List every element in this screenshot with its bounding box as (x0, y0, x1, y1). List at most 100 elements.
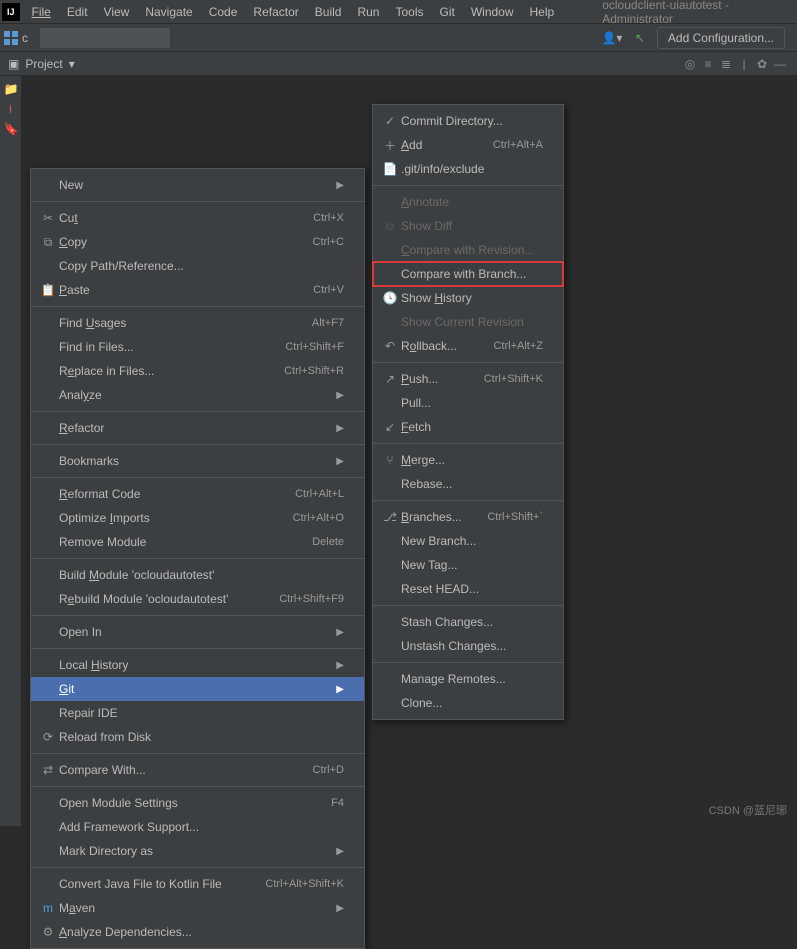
project-tool-bar: ▣ Project ▾ ◎ ≡ ≣ | ✿ — (0, 52, 797, 76)
shortcut: Ctrl+Shift+R (284, 365, 344, 377)
menu-item-paste[interactable]: 📋PasteCtrl+V (31, 278, 364, 302)
menu-item-open-module-settings[interactable]: Open Module SettingsF4 (31, 791, 364, 815)
menu-item-rollback[interactable]: ↶Rollback...Ctrl+Alt+Z (373, 334, 563, 358)
menu-item-label: Add (401, 138, 483, 152)
menu-item-reformat-code[interactable]: Reformat CodeCtrl+Alt+L (31, 482, 364, 506)
menu-item-new[interactable]: New▶ (31, 173, 364, 197)
menu-item-compare-with[interactable]: ⇄Compare With...Ctrl+D (31, 758, 364, 782)
minimize-icon[interactable]: — (771, 57, 789, 71)
menu-item-label: Open In (59, 625, 328, 639)
gear-icon[interactable]: ✿ (753, 57, 771, 71)
menu-item-git[interactable]: Git▶ (31, 677, 364, 701)
menu-item-commit-directory[interactable]: ✓Commit Directory... (373, 109, 563, 133)
menu-item-rebase[interactable]: Rebase... (373, 472, 563, 496)
menu-item-copy-path-reference[interactable]: Copy Path/Reference... (31, 254, 364, 278)
menu-item-optimize-imports[interactable]: Optimize ImportsCtrl+Alt+O (31, 506, 364, 530)
add-configuration-button[interactable]: Add Configuration... (657, 27, 785, 49)
menu-item-pull[interactable]: Pull... (373, 391, 563, 415)
menu-item-push[interactable]: ↗Push...Ctrl+Shift+K (373, 367, 563, 391)
menu-item-find-usages[interactable]: Find UsagesAlt+F7 (31, 311, 364, 335)
menu-item-reload-from-disk[interactable]: ⟳Reload from Disk (31, 725, 364, 749)
menu-item-new-branch[interactable]: New Branch... (373, 529, 563, 553)
shortcut: Ctrl+D (313, 764, 344, 776)
menu-item-label: New Tag... (401, 558, 543, 572)
menu-item-new-tag[interactable]: New Tag... (373, 553, 563, 577)
breadcrumb-chip[interactable] (40, 28, 170, 48)
⟳-icon: ⟳ (37, 730, 59, 744)
menu-item-copy[interactable]: ⧉CopyCtrl+C (31, 230, 364, 254)
menu-item-analyze[interactable]: Analyze▶ (31, 383, 364, 407)
menu-item-replace-in-files[interactable]: Replace in Files...Ctrl+Shift+R (31, 359, 364, 383)
menu-item-open-in[interactable]: Open In▶ (31, 620, 364, 644)
menu-item-refactor[interactable]: Refactor▶ (31, 416, 364, 440)
menu-item-label: Refactor (59, 421, 328, 435)
📋-icon: 📋 (37, 283, 59, 297)
shortcut: Ctrl+Alt+O (293, 512, 344, 524)
shortcut: Ctrl+Alt+A (493, 139, 543, 151)
menu-item-label: Compare with Revision... (401, 243, 543, 257)
menu-item-label: Show Diff (401, 219, 543, 233)
expand-icon[interactable]: ≡ (699, 57, 717, 71)
menu-help[interactable]: Help (522, 0, 563, 24)
menu-item-add[interactable]: ＋AddCtrl+Alt+A (373, 133, 563, 157)
target-icon[interactable]: ◎ (681, 57, 699, 71)
menu-item-convert-java-file-to-kotlin-file[interactable]: Convert Java File to Kotlin FileCtrl+Alt… (31, 872, 364, 896)
menu-refactor[interactable]: Refactor (245, 0, 306, 24)
⎇-icon: ⎇ (379, 510, 401, 524)
menu-item-git-info-exclude[interactable]: 📄.git/info/exclude (373, 157, 563, 181)
menu-item-local-history[interactable]: Local History▶ (31, 653, 364, 677)
menu-item-compare-with-branch[interactable]: Compare with Branch... (373, 262, 563, 286)
bookmark-icon[interactable]: 🔖 (4, 122, 18, 136)
menu-item-stash-changes[interactable]: Stash Changes... (373, 610, 563, 634)
menu-edit[interactable]: Edit (59, 0, 96, 24)
menu-item-fetch[interactable]: ↙Fetch (373, 415, 563, 439)
menu-item-label: Paste (59, 283, 303, 297)
chevron-right-icon: ▶ (336, 846, 344, 857)
menu-item-analyze-dependencies[interactable]: ⚙Analyze Dependencies... (31, 920, 364, 944)
menu-item-mark-directory-as[interactable]: Mark Directory as▶ (31, 839, 364, 863)
menu-item-merge[interactable]: ⑂Merge... (373, 448, 563, 472)
menu-tools[interactable]: Tools (387, 0, 431, 24)
folder-icon[interactable]: 📁 (4, 82, 18, 96)
menu-item-label: Reload from Disk (59, 730, 344, 744)
project-tool-label[interactable]: Project (25, 57, 62, 71)
menu-item-cut[interactable]: ✂CutCtrl+X (31, 206, 364, 230)
menu-item-maven[interactable]: mMaven▶ (31, 896, 364, 920)
chevron-down-icon[interactable]: ▾ (69, 57, 75, 71)
menu-item-clone[interactable]: Clone... (373, 691, 563, 715)
menu-item-reset-head[interactable]: Reset HEAD... (373, 577, 563, 601)
menu-code[interactable]: Code (201, 0, 246, 24)
menu-item-remove-module[interactable]: Remove ModuleDelete (31, 530, 364, 554)
menu-item-unstash-changes[interactable]: Unstash Changes... (373, 634, 563, 658)
menu-item-label: .git/info/exclude (401, 162, 543, 176)
menu-file[interactable]: File (24, 0, 59, 24)
menu-run[interactable]: Run (349, 0, 387, 24)
menu-item-bookmarks[interactable]: Bookmarks▶ (31, 449, 364, 473)
chevron-right-icon: ▶ (336, 903, 344, 914)
menu-item-build-module-ocloudautotest[interactable]: Build Module 'ocloudautotest' (31, 563, 364, 587)
menu-item-rebuild-module-ocloudautotest[interactable]: Rebuild Module 'ocloudautotest'Ctrl+Shif… (31, 587, 364, 611)
shortcut: Ctrl+Alt+Z (493, 340, 543, 352)
git-submenu: ✓Commit Directory...＋AddCtrl+Alt+A📄.git/… (372, 104, 564, 720)
stats-icon[interactable]: ⫮ (4, 102, 18, 116)
menu-item-add-framework-support[interactable]: Add Framework Support... (31, 815, 364, 839)
context-menu: New▶ ✂CutCtrl+X⧉CopyCtrl+CCopy Path/Refer… (30, 168, 365, 949)
menu-item-branches[interactable]: ⎇Branches...Ctrl+Shift+` (373, 505, 563, 529)
collapse-icon[interactable]: ≣ (717, 57, 735, 71)
menu-item-label: Analyze Dependencies... (59, 925, 344, 939)
menu-item-label: Compare With... (59, 763, 303, 777)
menu-item-label: Repair IDE (59, 706, 344, 720)
menu-item-show-history[interactable]: 🕓Show History (373, 286, 563, 310)
menu-item-label: Add Framework Support... (59, 820, 344, 834)
menu-item-repair-ide[interactable]: Repair IDE (31, 701, 364, 725)
menu-build[interactable]: Build (307, 0, 350, 24)
menu-item-find-in-files[interactable]: Find in Files...Ctrl+Shift+F (31, 335, 364, 359)
menu-view[interactable]: View (96, 0, 138, 24)
menu-window[interactable]: Window (463, 0, 522, 24)
menu-git[interactable]: Git (431, 0, 462, 24)
hammer-icon[interactable]: ↖ (629, 27, 651, 49)
menu-item-label: Rollback... (401, 339, 483, 353)
menu-item-manage-remotes[interactable]: Manage Remotes... (373, 667, 563, 691)
user-icon[interactable]: 👤▾ (601, 27, 623, 49)
menu-navigate[interactable]: Navigate (137, 0, 200, 24)
